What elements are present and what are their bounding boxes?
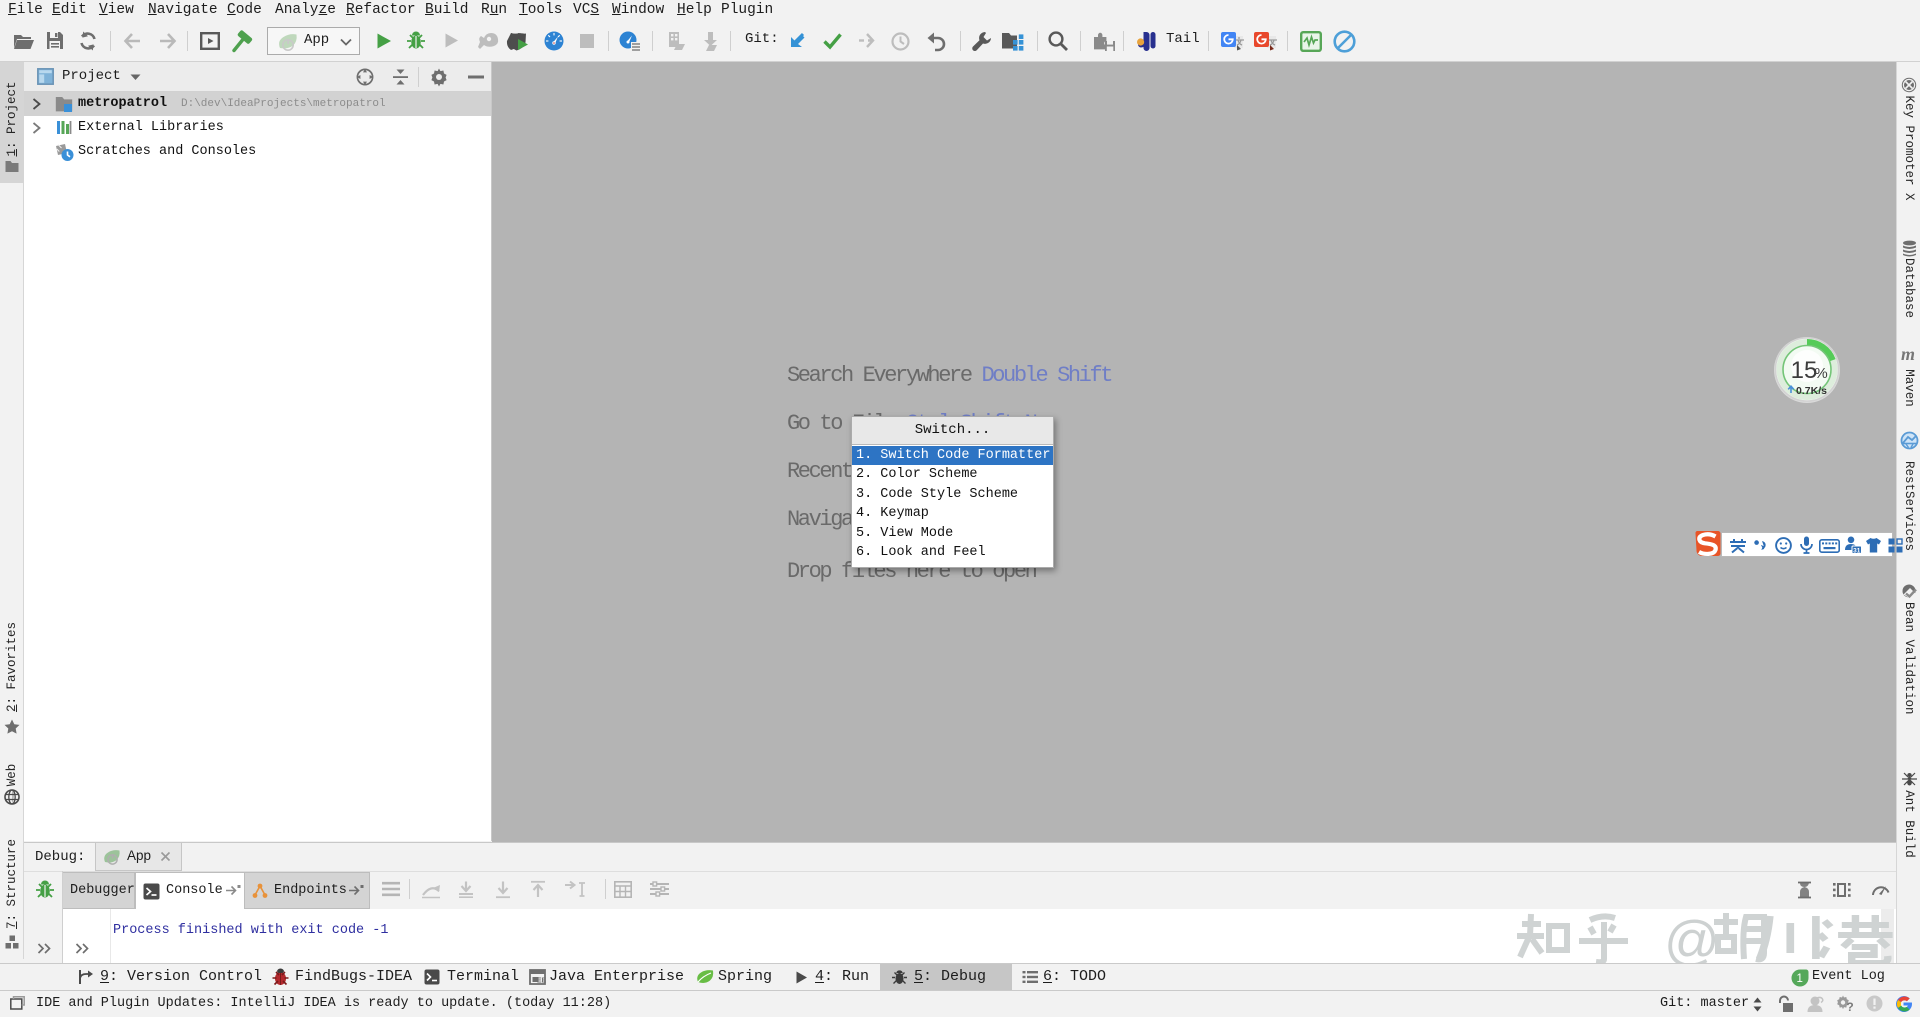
svg-text:31: 31	[1853, 547, 1861, 554]
svg-text:1: 1	[1796, 973, 1802, 985]
svg-text:?: ?	[1846, 1000, 1853, 1014]
svg-text:@: @	[1664, 909, 1720, 971]
svg-text:EE: EE	[537, 978, 547, 985]
svg-text:0.7K/s: 0.7K/s	[1796, 385, 1827, 397]
svg-text:%: %	[1814, 365, 1827, 382]
